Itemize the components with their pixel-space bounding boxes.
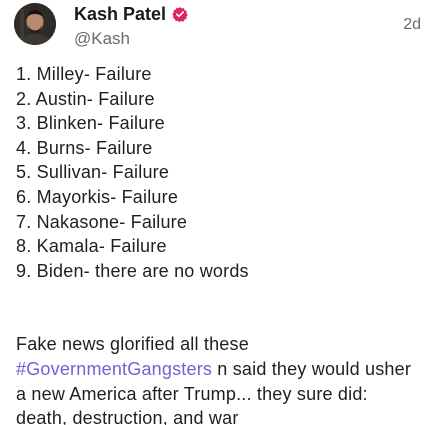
post-paragraph-text-start: Fake news glorified all these bbox=[16, 334, 249, 355]
post-body: 1. Milley- Failure 2. Austin- Failure 3.… bbox=[16, 62, 416, 425]
hashtag-link[interactable]: #GovernmentGangsters bbox=[16, 359, 212, 379]
post-timestamp[interactable]: 2d bbox=[403, 16, 421, 34]
post: Kash Patel @Kash 2d 1. Milley- Failure 2… bbox=[0, 0, 430, 425]
list-item: 5. Sullivan- Failure bbox=[16, 162, 170, 183]
author-display-name[interactable]: Kash Patel bbox=[74, 5, 166, 23]
list-item: 7. Nakasone- Failure bbox=[16, 211, 188, 232]
author-name-row: Kash Patel bbox=[74, 3, 188, 25]
list-item: 4. Burns- Failure bbox=[16, 137, 153, 158]
verified-badge-icon bbox=[172, 7, 188, 22]
author-handle[interactable]: @Kash bbox=[74, 30, 188, 47]
list-item: 6. Mayorkis- Failure bbox=[16, 186, 179, 207]
post-paragraph: Fake news glorified all these #Governmen… bbox=[16, 332, 416, 425]
list-item: 3. Blinken- Failure bbox=[16, 113, 165, 134]
avatar-photo-icon bbox=[14, 3, 56, 45]
list-item: 2. Austin- Failure bbox=[16, 88, 155, 109]
avatar[interactable] bbox=[14, 3, 56, 45]
list-item: 1. Milley- Failure bbox=[16, 64, 152, 84]
author-block: Kash Patel @Kash bbox=[74, 3, 188, 47]
list-item: 9. Biden- there are no words bbox=[16, 260, 249, 281]
list-item: 8. Kamala- Failure bbox=[16, 236, 167, 257]
